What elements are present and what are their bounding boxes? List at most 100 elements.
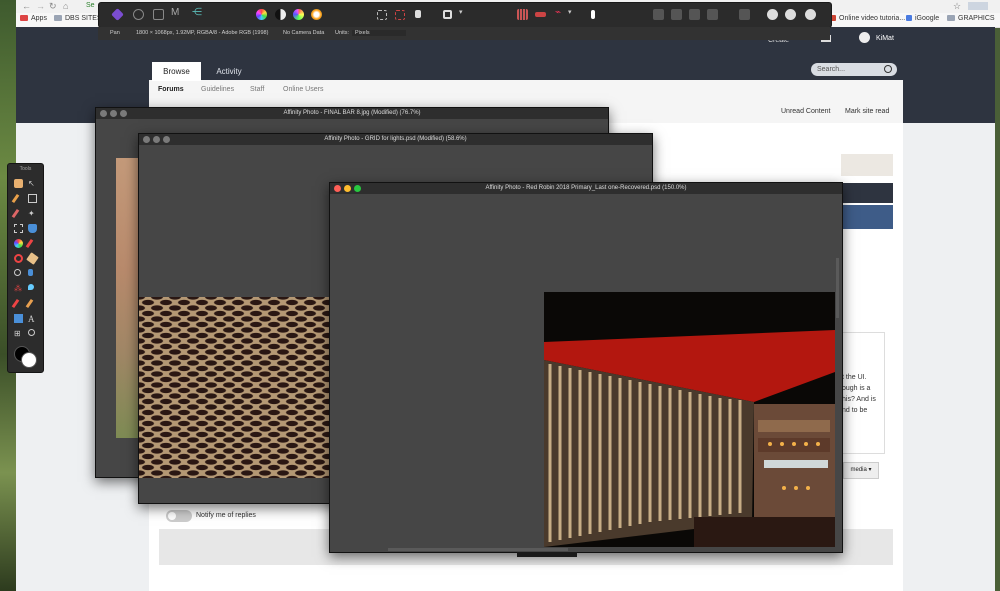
zoom-in-icon[interactable] xyxy=(767,9,778,20)
back-arrow-icon[interactable]: ← xyxy=(22,1,31,11)
align-icon[interactable] xyxy=(739,9,750,20)
home-icon[interactable]: ⌂ xyxy=(63,1,68,11)
window-titlebar[interactable]: Affinity Photo - Red Robin 2018 Primary_… xyxy=(330,183,842,194)
gradient-tool-icon[interactable] xyxy=(14,239,23,248)
vertical-scrollbar[interactable] xyxy=(836,258,839,318)
window-titlebar[interactable]: Affinity Photo - GRID for lights.psd (Mo… xyxy=(139,134,652,145)
notify-toggle[interactable] xyxy=(166,510,192,522)
eraser-tool-icon[interactable] xyxy=(26,252,39,265)
red-eye-tool-icon[interactable]: ⁂ xyxy=(14,284,23,293)
bookmark-graphics[interactable]: GRAPHICS xyxy=(947,15,995,22)
flood-fill-icon[interactable] xyxy=(28,224,37,233)
folder-icon xyxy=(54,15,62,21)
zoom-out-icon[interactable] xyxy=(785,9,796,20)
avatar[interactable] xyxy=(859,32,870,43)
rect-marquee-icon[interactable] xyxy=(377,10,387,20)
window-shadow-handle xyxy=(517,552,577,557)
username[interactable]: KiMat xyxy=(876,35,894,42)
search-input[interactable]: Search... xyxy=(811,63,897,76)
smudge-tool-icon[interactable] xyxy=(28,284,34,290)
pixel-view-icon[interactable] xyxy=(805,9,816,20)
flood-select-icon[interactable]: ✦ xyxy=(28,209,37,218)
mesh-warp-icon[interactable]: ⊞ xyxy=(14,329,23,338)
arrange-backward-icon[interactable] xyxy=(689,9,700,20)
context-toolbar-icon[interactable] xyxy=(591,10,595,19)
arrange-front-icon[interactable] xyxy=(653,9,664,20)
snapping-icon[interactable]: ⌁ xyxy=(555,7,566,18)
text-tool-icon[interactable]: A xyxy=(28,314,37,324)
blur-tool-icon[interactable] xyxy=(14,269,21,276)
develop-persona-icon[interactable] xyxy=(153,9,164,20)
affinity-toolbar: M ⋲ ▾ ⌁ ▾ xyxy=(98,2,832,28)
current-tool: Pan xyxy=(110,30,120,36)
mark-site-read-link[interactable]: Mark site read xyxy=(845,108,889,115)
post-text-3: his? And is xyxy=(842,396,876,403)
restaurant-photo xyxy=(544,292,835,547)
color-wheel-icon[interactable] xyxy=(256,9,267,20)
invert-selection-icon[interactable] xyxy=(415,10,421,18)
window-title: Affinity Photo - Red Robin 2018 Primary_… xyxy=(485,185,687,191)
folder-icon xyxy=(947,15,955,21)
bookmark-video-tutorials[interactable]: Online video tutoria... xyxy=(828,15,905,22)
tab-browse[interactable]: Browse xyxy=(152,62,201,81)
horizontal-scrollbar[interactable] xyxy=(388,548,568,551)
photo-persona-icon[interactable] xyxy=(111,8,124,21)
google-icon xyxy=(906,15,912,21)
address-bar[interactable]: Se xyxy=(86,2,95,9)
zoom-tool-icon[interactable] xyxy=(28,329,35,336)
white-balance-icon[interactable] xyxy=(311,9,322,20)
image-canvas[interactable] xyxy=(116,158,139,438)
tools-title: Tools xyxy=(19,166,32,172)
forum-header-bar xyxy=(841,183,893,203)
crop-tool-icon[interactable] xyxy=(28,194,37,203)
arrange-forward-icon[interactable] xyxy=(671,9,682,20)
levels-icon[interactable] xyxy=(275,9,286,20)
deselect-icon[interactable] xyxy=(395,10,405,20)
subnav-staff[interactable]: Staff xyxy=(250,86,264,93)
subnav-guidelines[interactable]: Guidelines xyxy=(201,86,234,93)
hand-tool-icon[interactable] xyxy=(14,179,23,188)
share-icon[interactable]: ⋲ xyxy=(192,7,203,18)
bookmark-star-icon[interactable]: ☆ xyxy=(953,1,961,12)
pen-tool-icon[interactable] xyxy=(25,298,34,309)
selection-brush-icon[interactable] xyxy=(11,208,20,219)
tab-activity[interactable]: Activity xyxy=(205,62,253,81)
apps-grid-icon xyxy=(20,15,28,21)
mesh-image-canvas[interactable] xyxy=(139,297,330,478)
tone-mapping-persona-icon[interactable]: M xyxy=(171,7,182,18)
context-toolbar: Pan 1800 × 1068px, 1.92MP, RGBA/8 - Adob… xyxy=(98,27,830,40)
subnav-online-users[interactable]: Online Users xyxy=(283,86,323,93)
dodge-tool-icon[interactable] xyxy=(14,254,23,263)
clone-tool-icon[interactable] xyxy=(28,269,33,276)
units-select[interactable]: Pixels xyxy=(352,30,406,36)
restaurant-image-canvas[interactable] xyxy=(544,292,835,547)
liquify-persona-icon[interactable] xyxy=(133,9,144,20)
move-tool-icon[interactable]: ↖ xyxy=(28,179,37,188)
arrange-back-icon[interactable] xyxy=(707,9,718,20)
assistant-icon[interactable] xyxy=(535,12,546,17)
window-titlebar[interactable]: Affinity Photo - FINAL BAR 8.jpg (Modifi… xyxy=(96,108,608,119)
marquee-tool-icon[interactable] xyxy=(14,224,23,233)
secondary-color-swatch[interactable] xyxy=(21,352,37,368)
forward-arrow-icon[interactable]: → xyxy=(36,1,45,11)
bookmark-apps[interactable]: Apps xyxy=(20,15,47,22)
hsl-icon[interactable] xyxy=(293,9,304,20)
dropdown-arrow-icon[interactable]: ▾ xyxy=(459,8,470,19)
extension-icon[interactable] xyxy=(968,2,988,10)
bookmark-dbs-sites[interactable]: DBS SITES xyxy=(54,15,102,22)
healing-brush-icon[interactable] xyxy=(11,298,20,309)
bookmark-igoogle[interactable]: iGoogle xyxy=(906,15,939,22)
quick-mask-icon[interactable] xyxy=(443,10,452,19)
snapping-dropdown-icon[interactable]: ▾ xyxy=(568,8,579,19)
post-text-1: t the UI. xyxy=(842,374,867,381)
post-card xyxy=(841,332,885,454)
insert-media-button[interactable]: media ▾ xyxy=(843,462,879,479)
color-picker-icon[interactable] xyxy=(11,193,20,204)
post-text-4: nd to be xyxy=(842,407,868,414)
grid-icon[interactable] xyxy=(517,9,528,20)
reload-icon[interactable]: ↻ xyxy=(49,1,57,12)
paint-brush-icon[interactable] xyxy=(25,238,34,249)
unread-content-link[interactable]: Unread Content xyxy=(781,108,830,115)
rectangle-tool-icon[interactable] xyxy=(14,314,23,323)
subnav-forums[interactable]: Forums xyxy=(158,86,184,93)
